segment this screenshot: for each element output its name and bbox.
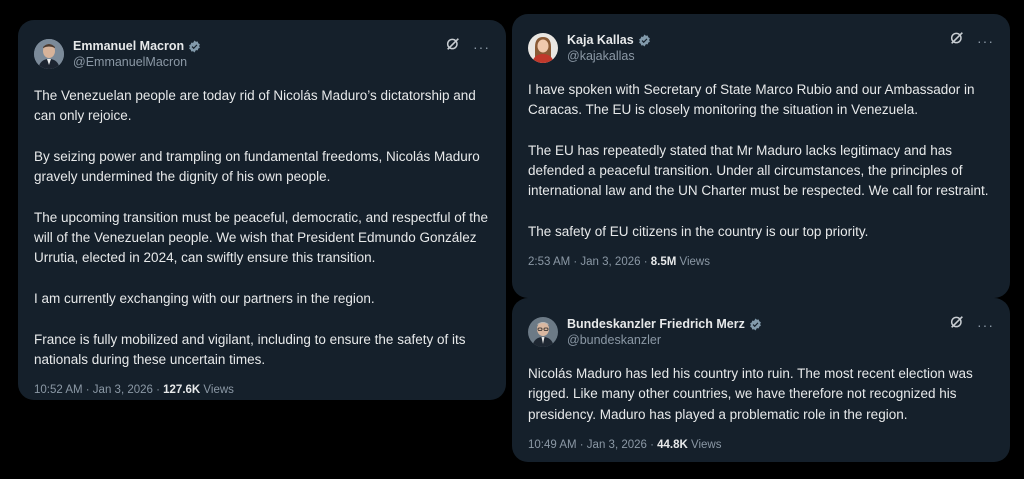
view-count: 127.6K [163,384,201,397]
post-timestamp[interactable]: 2:53 AM · Jan 3, 2026 · [528,256,651,268]
post-actions: ··· [949,314,994,335]
post-paragraph: The EU has repeatedly stated that Mr Mad… [528,142,989,199]
post-paragraph: I am currently exchanging with our partn… [34,290,375,306]
view-count: 44.8K [657,438,688,451]
view-count: 8.5M [650,256,677,269]
author-name[interactable]: Kaja Kallas [567,33,634,48]
more-icon[interactable]: ··· [977,34,994,48]
post-text: I have spoken with Secretary of State Ma… [528,80,994,242]
grok-icon[interactable] [445,36,461,57]
post-timestamp[interactable]: 10:49 AM · Jan 3, 2026 · [528,439,657,451]
post-paragraph: The Venezuelan people are today rid of N… [34,88,476,124]
post-meta: 2:53 AM · Jan 3, 2026 · 8.5M Views [528,256,994,268]
post-card-kallas[interactable]: Kaja Kallas @kajakallas ··· I have spoke… [512,14,1010,298]
post-paragraph: France is fully mobilized and vigilant, … [34,331,466,367]
post-meta: 10:52 AM · Jan 3, 2026 · 127.6K Views [34,384,490,396]
author-name[interactable]: Emmanuel Macron [73,39,184,54]
post-paragraph: The safety of EU citizens in the country… [528,224,869,240]
avatar[interactable] [34,39,64,69]
grok-icon[interactable] [949,30,965,51]
avatar[interactable] [528,317,558,347]
verified-badge-icon [638,34,651,47]
post-card-merz[interactable]: Bundeskanzler Friedrich Merz @bundeskanz… [512,298,1010,462]
post-header: Emmanuel Macron @EmmanuelMacron ··· [34,34,490,74]
verified-badge-icon [188,40,201,53]
post-text: Nicolás Maduro has led his country into … [528,364,994,425]
post-header: Kaja Kallas @kajakallas ··· [528,28,994,68]
avatar[interactable] [528,33,558,63]
post-actions: ··· [949,30,994,51]
post-text: The Venezuelan people are today rid of N… [34,86,490,370]
more-icon[interactable]: ··· [977,318,994,332]
author-name[interactable]: Bundeskanzler Friedrich Merz [567,317,745,332]
views-label: Views [687,438,722,451]
post-actions: ··· [445,36,490,57]
post-card-macron[interactable]: Emmanuel Macron @EmmanuelMacron ··· The … [18,20,506,400]
post-paragraph: The upcoming transition must be peaceful… [34,209,488,266]
post-timestamp[interactable]: 10:52 AM · Jan 3, 2026 · [34,384,163,396]
grok-icon[interactable] [949,314,965,335]
post-header: Bundeskanzler Friedrich Merz @bundeskanz… [528,312,994,352]
more-icon[interactable]: ··· [473,40,490,54]
post-meta: 10:49 AM · Jan 3, 2026 · 44.8K Views [528,439,994,451]
author-handle[interactable]: @kajakallas [567,48,651,64]
verified-badge-icon [749,318,762,331]
post-paragraph: I have spoken with Secretary of State Ma… [528,82,975,118]
post-paragraph: By seizing power and trampling on fundam… [34,148,480,185]
author-handle[interactable]: @bundeskanzler [567,332,762,348]
views-label: Views [200,384,234,397]
post-paragraph: Nicolás Maduro has led his country into … [528,366,973,422]
author-block: Emmanuel Macron @EmmanuelMacron [73,39,201,70]
author-handle[interactable]: @EmmanuelMacron [73,54,201,70]
author-block: Bundeskanzler Friedrich Merz @bundeskanz… [567,317,762,348]
views-label: Views [676,256,710,269]
author-block: Kaja Kallas @kajakallas [567,33,651,64]
